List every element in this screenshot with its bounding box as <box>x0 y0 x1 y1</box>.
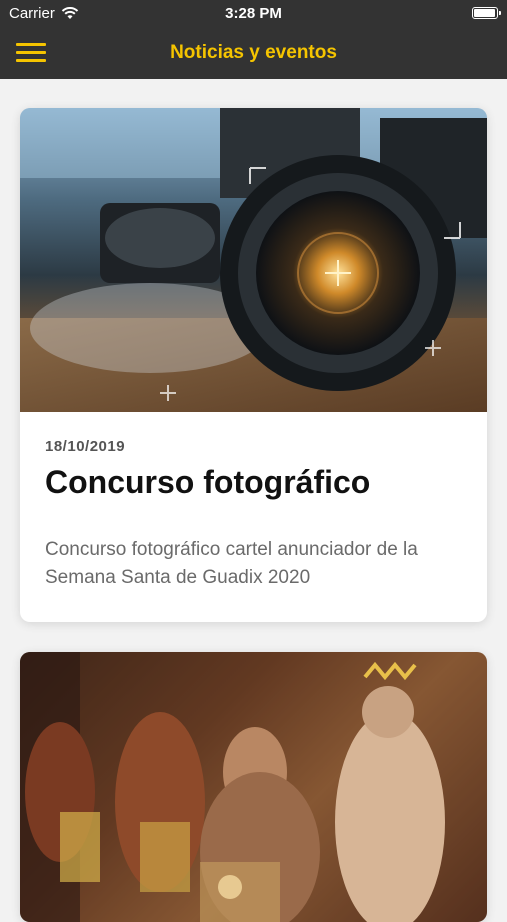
news-title: Concurso fotográfico <box>45 464 371 500</box>
clock: 3:28 PM <box>225 5 282 22</box>
news-image <box>20 108 487 412</box>
news-image <box>20 652 487 922</box>
news-card[interactable] <box>20 652 487 922</box>
page-title: Noticias y eventos <box>170 42 337 63</box>
news-description: Concurso fotográfico cartel anunciador d… <box>45 539 418 588</box>
holy-week-procession-photo <box>20 652 487 922</box>
status-bar: Carrier 3:28 PM <box>0 0 507 28</box>
news-date: 18/10/2019 <box>45 438 126 455</box>
camera-lens-photo <box>20 108 487 412</box>
battery-icon <box>472 7 501 19</box>
navigation-bar: Noticias y eventos <box>0 28 507 79</box>
news-card[interactable]: 18/10/2019 Concurso fotográfico Concurso… <box>20 108 487 622</box>
